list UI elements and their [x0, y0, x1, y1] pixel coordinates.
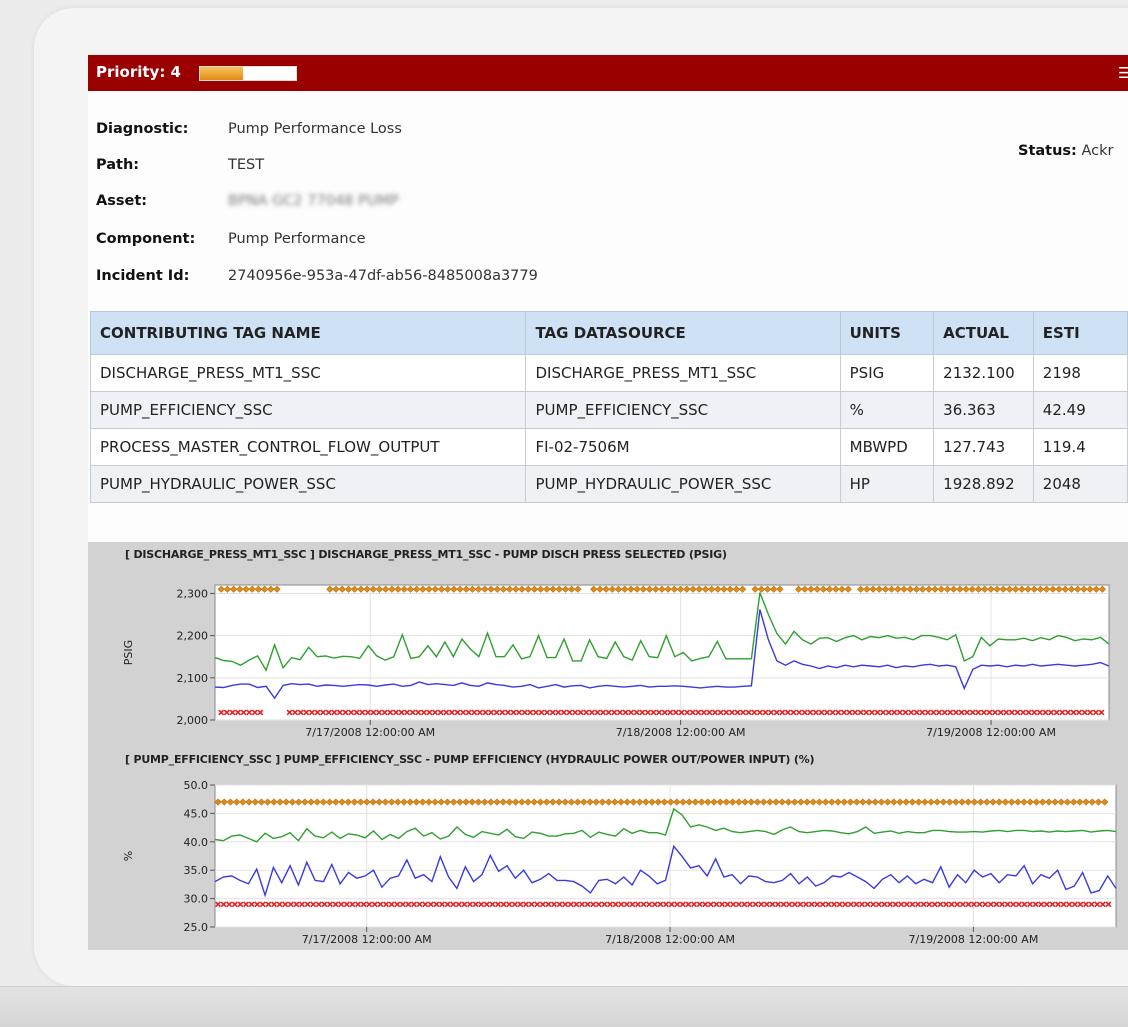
cell-tag-name: PUMP_HYDRAULIC_POWER_SSC [89, 465, 527, 503]
diagnostic-value: Pump Performance Loss [228, 121, 402, 137]
cell-estimate: 119.4 [1032, 428, 1128, 466]
cell-actual: 2132.100 [933, 354, 1034, 392]
y-tick-label: 50.0 [184, 779, 209, 792]
cell-tag-name: DISCHARGE_PRESS_MT1_SSC [89, 354, 527, 392]
y-tick-label: 25.0 [184, 921, 209, 934]
asset-value: BPNA GC2 77048 PUMP [228, 193, 399, 209]
path-value: TEST [228, 157, 265, 173]
cell-tag-datasource: PUMP_HYDRAULIC_POWER_SSC [525, 465, 841, 503]
incident-details: Diagnostic: Pump Performance Loss Path: … [88, 91, 1128, 296]
col-header-tag-datasource[interactable]: TAG DATASOURCE [525, 311, 841, 355]
cell-units: PSIG [839, 354, 935, 392]
contributing-tags-table: CONTRIBUTING TAG NAME TAG DATASOURCE UNI… [89, 311, 1128, 503]
cell-units: MBWPD [839, 428, 935, 466]
status-key: Status: [1018, 143, 1077, 159]
table-row[interactable]: PROCESS_MASTER_CONTROL_FLOW_OUTPUT FI-02… [89, 428, 1128, 466]
priority-bar-fill [200, 67, 244, 80]
y-tick-label: 45.0 [184, 807, 209, 820]
status: Status: Ackr [1018, 143, 1113, 159]
y-tick-label: 2,100 [177, 672, 209, 685]
y-tick-label: 2,200 [177, 630, 209, 643]
x-tick-label: 7/17/2008 12:00:00 AM [302, 933, 432, 946]
table-header-row: CONTRIBUTING TAG NAME TAG DATASOURCE UNI… [89, 311, 1128, 355]
table-row[interactable]: PUMP_HYDRAULIC_POWER_SSC PUMP_HYDRAULIC_… [89, 465, 1128, 503]
cell-tag-name: PROCESS_MASTER_CONTROL_FLOW_OUTPUT [89, 428, 527, 466]
asset-key: Asset: [96, 193, 148, 209]
trend-charts: [ DISCHARGE_PRESS_MT1_SSC ] DISCHARGE_PR… [88, 542, 1128, 950]
y-tick-label: 2,000 [177, 714, 209, 727]
cell-tag-datasource: PUMP_EFFICIENCY_SSC [525, 391, 841, 429]
col-header-tag-name[interactable]: CONTRIBUTING TAG NAME [89, 311, 527, 355]
y-axis-label: % [122, 851, 135, 861]
priority-header: Priority: 4 ☰ [88, 55, 1128, 91]
cell-estimate: 42.49 [1032, 391, 1128, 429]
y-tick-label: 35.0 [184, 864, 209, 877]
y-tick-label: 2,300 [177, 587, 209, 600]
cell-tag-datasource: DISCHARGE_PRESS_MT1_SSC [525, 354, 841, 392]
cell-tag-name: PUMP_EFFICIENCY_SSC [89, 391, 527, 429]
col-header-units[interactable]: UNITS [839, 311, 935, 355]
chart-title-discharge-pressure: [ DISCHARGE_PRESS_MT1_SSC ] DISCHARGE_PR… [125, 548, 727, 561]
path-key: Path: [96, 157, 140, 173]
incident-panel: Priority: 4 ☰ Diagnostic: Pump Performan… [88, 55, 1128, 950]
x-tick-label: 7/18/2008 12:00:00 AM [616, 726, 746, 739]
col-header-estimate[interactable]: ESTI [1032, 311, 1128, 355]
cell-tag-datasource: FI-02-7506M [525, 428, 841, 466]
component-key: Component: [96, 231, 196, 247]
y-tick-label: 30.0 [184, 893, 209, 906]
cell-actual: 127.743 [933, 428, 1034, 466]
pump-efficiency-chart: 25.0 30.0 35.0 40.0 45.0 50.0 7/17/2008 12:00:… [122, 779, 1117, 946]
cell-estimate: 2048 [1032, 465, 1128, 503]
status-value: Ackr [1081, 143, 1114, 159]
incident-id-key: Incident Id: [96, 268, 190, 284]
discharge-pressure-chart: 2,000 2,100 2,200 2,300 7/17/2008 12:00:00 A… [122, 584, 1110, 739]
x-tick-label: 7/19/2008 12:00:00 AM [909, 933, 1039, 946]
cell-estimate: 2198 [1032, 354, 1128, 392]
table-row[interactable]: PUMP_EFFICIENCY_SSC PUMP_EFFICIENCY_SSC … [89, 391, 1128, 429]
chart-title-pump-efficiency: [ PUMP_EFFICIENCY_SSC ] PUMP_EFFICIENCY_… [125, 753, 815, 766]
x-tick-label: 7/17/2008 12:00:00 AM [305, 726, 435, 739]
y-tick-label: 40.0 [184, 836, 209, 849]
cell-actual: 1928.892 [933, 465, 1034, 503]
priority-bar [199, 66, 297, 81]
cell-units: HP [839, 465, 935, 503]
device-bottom-bar [0, 986, 1128, 1027]
y-axis-label: PSIG [122, 640, 135, 665]
component-value: Pump Performance [228, 231, 366, 247]
incident-id-value: 2740956e-953a-47df-ab56-8485008a3779 [228, 268, 538, 284]
table-row[interactable]: DISCHARGE_PRESS_MT1_SSC DISCHARGE_PRESS_… [89, 354, 1128, 392]
priority-label: Priority: 4 [96, 63, 181, 81]
col-header-actual[interactable]: ACTUAL [933, 311, 1034, 355]
diagnostic-key: Diagnostic: [96, 121, 189, 137]
settings-icon[interactable]: ☰ [1118, 64, 1128, 82]
cell-actual: 36.363 [933, 391, 1034, 429]
cell-units: % [839, 391, 935, 429]
x-tick-label: 7/18/2008 12:00:00 AM [605, 933, 735, 946]
x-tick-label: 7/19/2008 12:00:00 AM [926, 726, 1056, 739]
